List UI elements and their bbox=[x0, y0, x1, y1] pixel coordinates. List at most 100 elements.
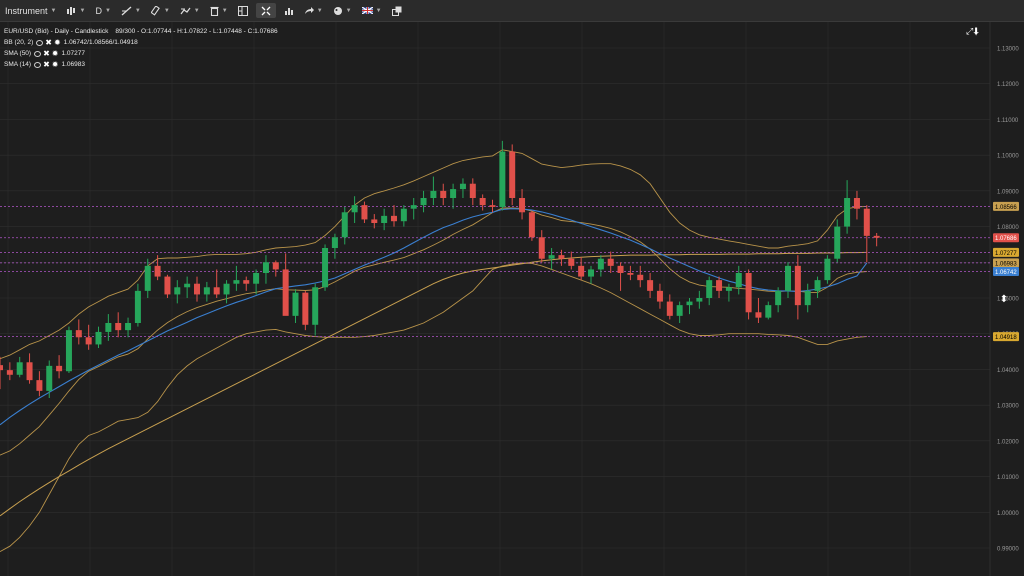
chart-type-button[interactable]: ▼ bbox=[61, 0, 90, 21]
chevron-down-icon: ▼ bbox=[316, 7, 323, 14]
candle-body bbox=[469, 183, 476, 198]
candle bbox=[538, 230, 545, 263]
candle-body bbox=[696, 298, 703, 302]
indicator-value: 1.07277 bbox=[61, 50, 86, 57]
candle-body bbox=[666, 301, 673, 316]
candle bbox=[479, 194, 486, 211]
candle-body bbox=[528, 212, 535, 238]
theme-button[interactable]: ▼ bbox=[328, 0, 357, 21]
layout-button[interactable] bbox=[233, 0, 253, 21]
chart-type-icon bbox=[67, 6, 76, 15]
remove-x-icon[interactable]: ✖ bbox=[45, 38, 52, 47]
candle bbox=[588, 265, 594, 284]
candle-body bbox=[125, 323, 132, 331]
candle bbox=[519, 189, 526, 220]
indicator-value: 1.06983 bbox=[61, 61, 86, 68]
chevron-down-icon: ▼ bbox=[221, 7, 228, 14]
settings-gear-icon[interactable]: ✹ bbox=[52, 60, 59, 69]
candle-body bbox=[686, 301, 693, 306]
legend-title: EUR/USD (Bid) - Daily - Candlestick bbox=[4, 28, 109, 35]
layout-icon bbox=[237, 5, 248, 16]
y-tick-label: 1.02000 bbox=[997, 439, 1019, 445]
candle-body bbox=[351, 205, 358, 213]
candle bbox=[85, 324, 92, 350]
candle bbox=[36, 371, 43, 397]
ruler-button[interactable]: ▼ bbox=[146, 0, 175, 21]
candle-body bbox=[509, 151, 516, 198]
candle-body bbox=[844, 198, 851, 227]
candle bbox=[302, 290, 309, 331]
indicator-name: BB (20, 2) bbox=[4, 39, 34, 46]
settings-gear-icon[interactable]: ✹ bbox=[52, 49, 59, 58]
candle-body bbox=[735, 273, 742, 288]
candle bbox=[873, 233, 880, 247]
candle-body bbox=[26, 362, 33, 381]
candle bbox=[785, 262, 791, 298]
instrument-label: Instrument bbox=[5, 5, 48, 16]
fit-button[interactable] bbox=[255, 3, 276, 18]
candle bbox=[164, 274, 171, 298]
candle-body bbox=[95, 331, 102, 345]
price-label-text: 1.07277 bbox=[995, 251, 1017, 257]
share-button[interactable]: ▼ bbox=[299, 0, 328, 21]
candle bbox=[834, 219, 841, 263]
candle bbox=[420, 190, 427, 213]
chevron-down-icon: ▼ bbox=[134, 7, 141, 14]
candle-body bbox=[302, 292, 309, 325]
candle bbox=[400, 205, 407, 227]
candle bbox=[56, 355, 63, 379]
candle-body bbox=[203, 287, 210, 295]
popout-button[interactable] bbox=[387, 0, 407, 21]
candle-body bbox=[105, 323, 112, 332]
candle bbox=[853, 190, 860, 220]
candle-body bbox=[371, 219, 378, 223]
candle-body bbox=[519, 198, 526, 213]
candle bbox=[568, 251, 575, 270]
visibility-eye-icon[interactable] bbox=[36, 39, 44, 46]
candlestick-chart[interactable]: 1.13000 1.12000 1.11000 1.10000 1.09000 1.080… bbox=[0, 22, 1024, 576]
candle-body bbox=[322, 248, 329, 288]
candle bbox=[213, 269, 220, 298]
remove-x-icon[interactable]: ✖ bbox=[43, 60, 50, 69]
indicators-button[interactable]: ▼ bbox=[175, 0, 205, 21]
candle bbox=[46, 360, 53, 398]
y-tick-label: 1.01000 bbox=[997, 475, 1019, 481]
candle bbox=[65, 326, 72, 373]
y-tick-label: 1.00000 bbox=[997, 511, 1019, 517]
candle bbox=[440, 183, 447, 206]
candle bbox=[824, 255, 831, 284]
candle-body bbox=[361, 205, 368, 220]
draw-line-button[interactable]: ▼ bbox=[116, 0, 146, 21]
visibility-eye-icon[interactable] bbox=[34, 61, 42, 68]
candle bbox=[775, 287, 782, 313]
candle bbox=[716, 276, 723, 298]
candle-body bbox=[863, 208, 870, 236]
popout-icon bbox=[391, 6, 402, 16]
fullscreen-arrows-icon[interactable]: ⤢⬇ bbox=[966, 26, 979, 37]
candle bbox=[391, 205, 397, 227]
bb-lower-line bbox=[0, 262, 867, 552]
candle bbox=[331, 233, 338, 259]
candle bbox=[381, 208, 388, 231]
visibility-eye-icon[interactable] bbox=[34, 50, 42, 57]
instrument-button[interactable]: Instrument ▼ bbox=[0, 0, 61, 21]
settings-gear-icon[interactable]: ✹ bbox=[54, 38, 61, 47]
candle bbox=[243, 276, 250, 291]
price-label-text: 1.08566 bbox=[995, 205, 1017, 211]
remove-x-icon[interactable]: ✖ bbox=[43, 49, 50, 58]
candle-body bbox=[775, 290, 782, 306]
candle-body bbox=[56, 365, 63, 372]
candle-body bbox=[745, 273, 752, 313]
candle bbox=[765, 301, 772, 320]
bar-chart-button[interactable] bbox=[279, 0, 299, 21]
candle-body bbox=[36, 380, 43, 391]
candle-body bbox=[282, 269, 289, 316]
language-button[interactable]: ▼ bbox=[357, 0, 387, 21]
candle-body bbox=[440, 190, 447, 198]
timeframe-button[interactable]: D ▼ bbox=[90, 0, 115, 21]
candle bbox=[725, 283, 732, 302]
scroll-to-latest-icon[interactable]: ⬍ bbox=[997, 293, 1011, 307]
candle bbox=[134, 283, 141, 327]
y-tick-label: 1.03000 bbox=[997, 404, 1019, 410]
delete-button[interactable]: ▼ bbox=[205, 0, 233, 21]
